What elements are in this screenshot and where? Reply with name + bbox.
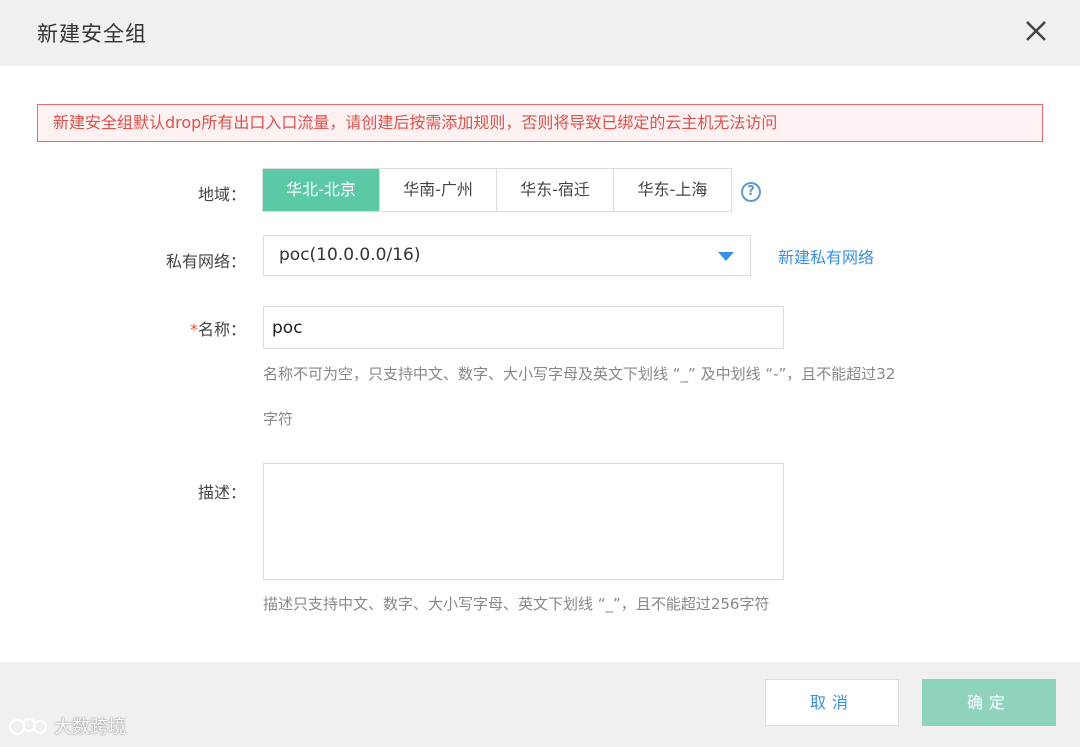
help-icon[interactable]: ? [741,182,761,202]
name-label: *名称： [86,316,246,340]
name-hint-line1: 名称不可为空，只支持中文、数字、大小写字母及英文下划线 “_” 及中划线 “-”… [263,365,896,383]
region-label: 地域： [197,185,246,204]
region-selector: 华北-北京 华南-广州 华东-宿迁 华东-上海 [262,168,732,212]
description-hint: 描述只支持中文、数字、大小写字母、英文下划线 “_”，且不能超过256字符 [263,595,770,613]
name-label-text: 名称： [197,320,246,339]
dialog-title: 新建安全组 [37,22,147,46]
watermark-logo-icon [9,718,47,735]
create-vpc-link[interactable]: 新建私有网络 [778,244,874,268]
region-option-shanghai[interactable]: 华东-上海 [614,169,731,211]
name-hint-line2: 字符 [263,410,294,428]
warning-alert: 新建安全组默认drop所有出口入口流量，请创建后按需添加规则，否则将导致已绑定的… [37,104,1043,142]
vpc-select[interactable]: poc(10.0.0.0/16) [263,235,751,276]
dialog-header: 新建安全组 [0,0,1080,66]
watermark: 大数跨境 [8,713,126,739]
required-mark: * [189,320,198,339]
caret-down-icon [718,252,734,261]
description-label: 描述： [197,483,246,502]
dialog-footer [0,662,1080,747]
description-textarea[interactable] [263,463,784,580]
confirm-button[interactable]: 确定 [922,679,1056,726]
vpc-select-value: poc(10.0.0.0/16) [279,245,421,265]
watermark-text: 大数跨境 [54,717,126,738]
cancel-button[interactable]: 取消 [765,679,899,726]
name-input[interactable] [263,306,784,349]
region-option-beijing[interactable]: 华北-北京 [263,169,380,211]
vpc-label: 私有网络： [165,252,246,271]
region-option-suqian[interactable]: 华东-宿迁 [497,169,614,211]
close-icon[interactable] [1020,15,1052,47]
region-option-guangzhou[interactable]: 华南-广州 [380,169,497,211]
